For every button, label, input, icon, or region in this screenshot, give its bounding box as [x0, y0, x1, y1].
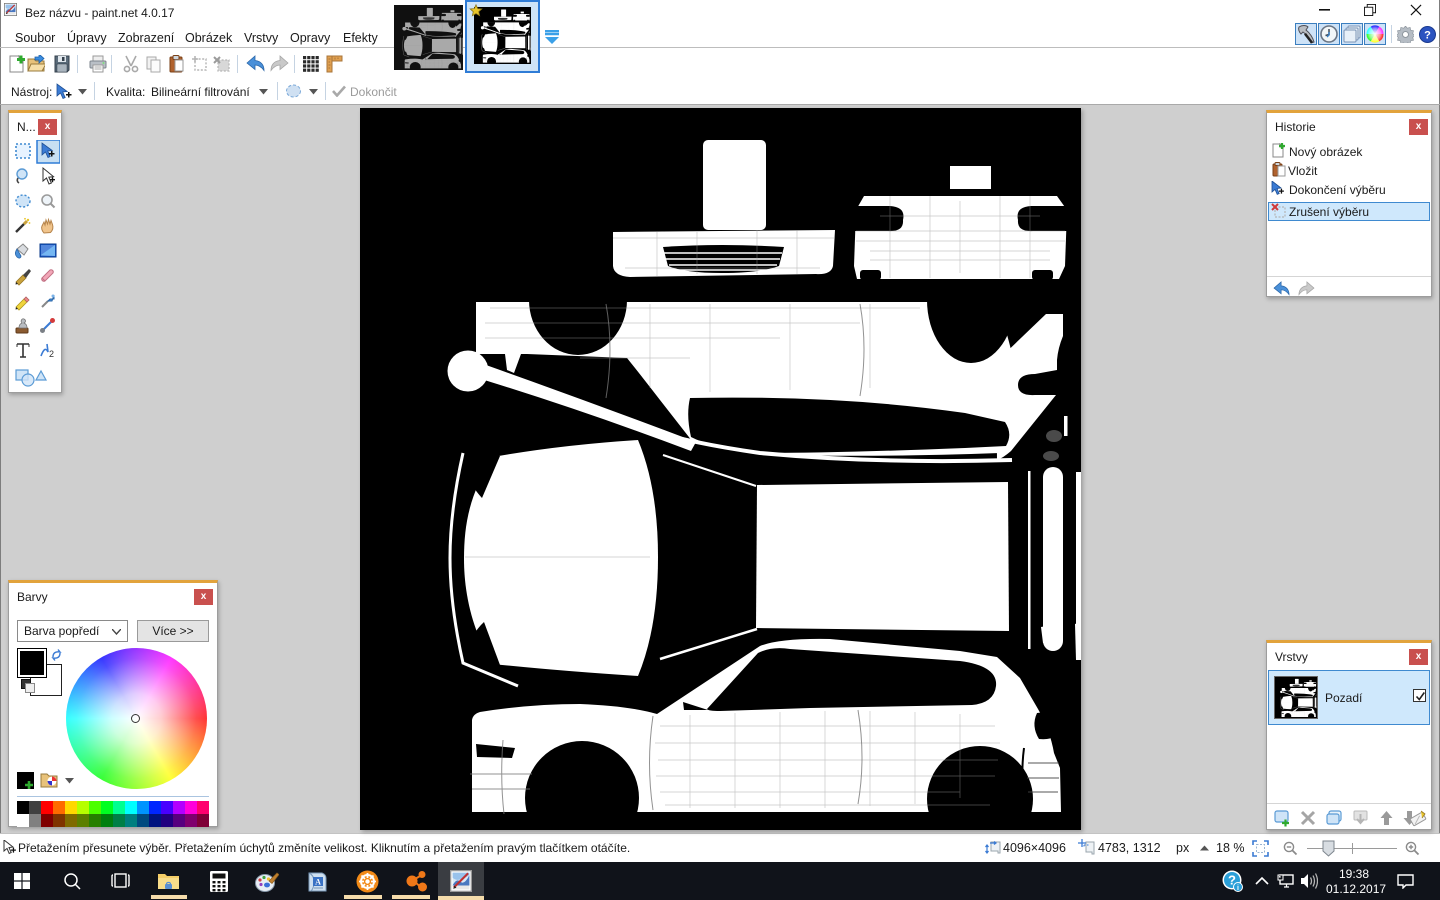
svg-text:2: 2: [49, 349, 54, 359]
svg-text:i: i: [1237, 885, 1239, 892]
svg-text:?: ?: [1424, 30, 1431, 42]
svg-text:A: A: [315, 878, 321, 887]
